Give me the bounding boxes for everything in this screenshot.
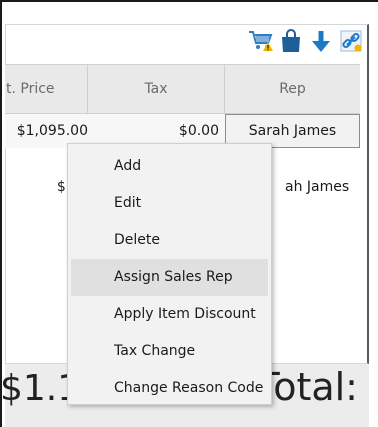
menu-item-tax-change[interactable]: Tax Change [68,333,271,370]
window-frame-top [0,0,378,2]
column-header-price[interactable]: t. Price [5,65,88,113]
column-header-tax[interactable]: Tax [88,65,225,113]
link-add-icon[interactable] [338,28,364,54]
window-frame-left [0,0,2,427]
cart-warning-icon[interactable] [248,28,274,54]
menu-item-apply-item-discount[interactable]: Apply Item Discount [68,296,271,333]
grid-header: t. Price Tax Rep [5,64,360,114]
menu-item-add[interactable]: Add [68,148,271,185]
toolbar [248,28,364,54]
shopping-bag-icon[interactable] [278,28,304,54]
menu-item-change-reason-code[interactable]: Change Reason Code [68,370,271,407]
cell-price: $1,095.00 [16,123,88,139]
menu-item-delete[interactable]: Delete [68,222,271,259]
download-arrow-icon[interactable] [308,28,334,54]
menu-item-edit[interactable]: Edit [68,185,271,222]
context-menu: Add Edit Delete Assign Sales Rep Apply I… [67,143,272,405]
cell-tax: $0.00 [178,123,219,139]
menu-item-assign-sales-rep[interactable]: Assign Sales Rep [71,259,268,296]
column-header-rep[interactable]: Rep [225,65,360,113]
